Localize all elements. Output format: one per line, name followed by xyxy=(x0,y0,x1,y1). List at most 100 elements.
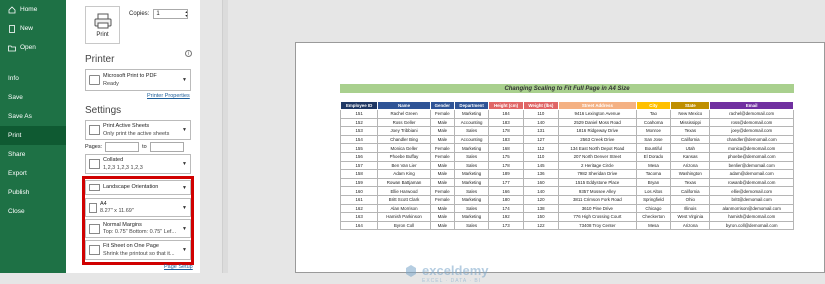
table-cell: Chandler Bing xyxy=(377,134,431,145)
table-cell: Tacoma xyxy=(635,169,672,179)
table-cell: Mississippi xyxy=(670,117,711,128)
table-cell: Marketing xyxy=(453,143,490,153)
table-cell: Bryan xyxy=(635,177,672,188)
table-cell: 161 xyxy=(339,194,379,205)
nav-item-label: Info xyxy=(8,75,19,82)
table-cell: joey@demomail.com xyxy=(709,126,794,136)
table-cell: 178 xyxy=(488,126,524,136)
table-cell: Female xyxy=(429,143,455,153)
table-cell: hamish@demomail.com xyxy=(709,212,794,222)
pages-to-label: to xyxy=(142,144,147,150)
table-row: 158 Adam King Male Marketing 189 136 7982 Sher… xyxy=(339,169,794,179)
column-header: Name xyxy=(377,101,431,110)
table-cell: Male xyxy=(429,126,455,136)
table-cell: Monica Geller xyxy=(377,143,431,153)
table-cell: Sales xyxy=(453,220,490,231)
active-sheets-title: Print Active Sheets xyxy=(103,123,150,130)
table-cell: Marketing xyxy=(453,109,490,119)
copies-label: Copies: xyxy=(129,11,150,17)
table-cell: 164 xyxy=(339,220,379,231)
table-cell: 183 xyxy=(488,117,524,128)
table-cell: 2 Heritage Circle xyxy=(558,160,637,171)
table-cell: Male xyxy=(429,169,455,179)
collated-select[interactable]: Collated 1,2,3 1,2,3 1,2,3 ▼ xyxy=(85,154,191,174)
table-cell: Sales xyxy=(453,151,490,162)
copies-control: Copies: 1 ▴ ▾ xyxy=(129,9,189,19)
table-cell: Tao xyxy=(635,109,672,119)
table-cell: 155 xyxy=(339,143,379,153)
table-cell: Texas xyxy=(670,126,711,136)
table-cell: phoebe@demomail.com xyxy=(709,151,794,162)
nav-item-share[interactable]: Share xyxy=(0,145,66,164)
info-icon[interactable]: i xyxy=(185,50,192,57)
new-file-icon xyxy=(8,24,16,33)
printer-select[interactable]: Microsoft Print to PDF Ready ▼ xyxy=(85,69,191,91)
column-header: City xyxy=(635,101,672,110)
printer-properties-link[interactable]: Printer Properties xyxy=(147,93,190,99)
table-cell: Male xyxy=(429,177,455,188)
nav-item-save[interactable]: Save xyxy=(0,88,66,107)
table-cell: 178 xyxy=(488,160,524,171)
table-cell: Alan Morrison xyxy=(377,203,431,214)
table-cell: britt@demomail.com xyxy=(709,194,794,205)
page-setup-link[interactable]: Page Setup xyxy=(164,264,193,270)
column-header: State xyxy=(670,101,711,110)
nav-item-export[interactable]: Export xyxy=(0,164,66,183)
nav-item-save-as[interactable]: Save As xyxy=(0,107,66,126)
table-cell: Mesa xyxy=(635,160,672,171)
nav-item-label: Home xyxy=(20,6,38,13)
nav-item-open[interactable]: Open xyxy=(0,38,66,57)
print-button-label: Print xyxy=(96,31,109,38)
table-row: 164 Byron Coll Male Sales 173 122 73408 Troy C… xyxy=(339,220,794,231)
table-cell: Checkerton xyxy=(635,212,672,222)
table-cell: Coahoma xyxy=(635,117,672,128)
copies-input[interactable]: 1 ▴ ▾ xyxy=(153,9,189,19)
nav-item-home[interactable]: Home xyxy=(0,0,66,19)
table-cell: Washington xyxy=(670,169,711,179)
table-cell: byron.coll@demomail.com xyxy=(709,220,794,231)
collated-sub: 1,2,3 1,2,3 1,2,3 xyxy=(103,164,143,171)
table-cell: Ellie Harwood xyxy=(377,186,431,196)
table-row: 161 Britt Scott Clark Female Marketing 180 12… xyxy=(339,194,794,205)
pages-to-input[interactable] xyxy=(149,142,184,152)
spinner-icon[interactable]: ▴ ▾ xyxy=(185,10,187,18)
table-cell: 154 xyxy=(339,134,379,145)
table-cell: 189 xyxy=(488,169,524,179)
table-cell: 160 xyxy=(522,177,560,188)
table-cell: Sales xyxy=(453,203,490,214)
table-cell: 9357 Mossee Alley xyxy=(558,186,637,196)
nav-item-label: Export xyxy=(8,170,27,177)
table-cell: 112 xyxy=(522,143,560,153)
exceldemy-logo-icon xyxy=(406,264,416,277)
table-cell: Byron Coll xyxy=(377,220,431,231)
printer-heading: Printer xyxy=(85,54,115,65)
table-cell: Accounting xyxy=(453,134,490,145)
panel-scrollbar[interactable] xyxy=(222,0,228,273)
table-cell: Arizona xyxy=(670,160,711,171)
nav-item-close[interactable]: Close xyxy=(0,202,66,221)
nav-item-label: Close xyxy=(8,208,25,215)
table-cell: rowanb@demomail.com xyxy=(709,177,794,188)
table-cell: 1816 Ridgeway Drive xyxy=(558,126,637,136)
table-row: 162 Alan Morrison Male Sales 174 138 3610 Pine… xyxy=(339,203,794,214)
table-cell: monica@demomail.com xyxy=(709,143,794,153)
table-cell: Ben Van Lier xyxy=(377,160,431,171)
nav-item-new[interactable]: New xyxy=(0,19,66,38)
table-cell: Male xyxy=(429,203,455,214)
print-active-sheets-select[interactable]: Print Active Sheets Only print the activ… xyxy=(85,120,191,140)
nav-item-print[interactable]: Print xyxy=(0,126,66,145)
settings-heading: Settings xyxy=(85,105,122,116)
table-cell: Male xyxy=(429,117,455,128)
table-cell: Ohio xyxy=(670,194,711,205)
watermark-name: exceldemy xyxy=(422,263,489,278)
table-cell: adam@demomail.com xyxy=(709,169,794,179)
nav-item-label: New xyxy=(20,25,34,32)
nav-item-info[interactable]: Info xyxy=(0,69,66,88)
table-cell: 207 North Denver Street xyxy=(558,151,637,162)
nav-item-publish[interactable]: Publish xyxy=(0,183,66,202)
table-cell: Female xyxy=(429,151,455,162)
print-button[interactable]: Print xyxy=(85,6,120,44)
table-cell: Male xyxy=(429,134,455,145)
table-cell: 134 East North Depot Road xyxy=(558,143,637,153)
pages-from-input[interactable] xyxy=(105,142,140,152)
